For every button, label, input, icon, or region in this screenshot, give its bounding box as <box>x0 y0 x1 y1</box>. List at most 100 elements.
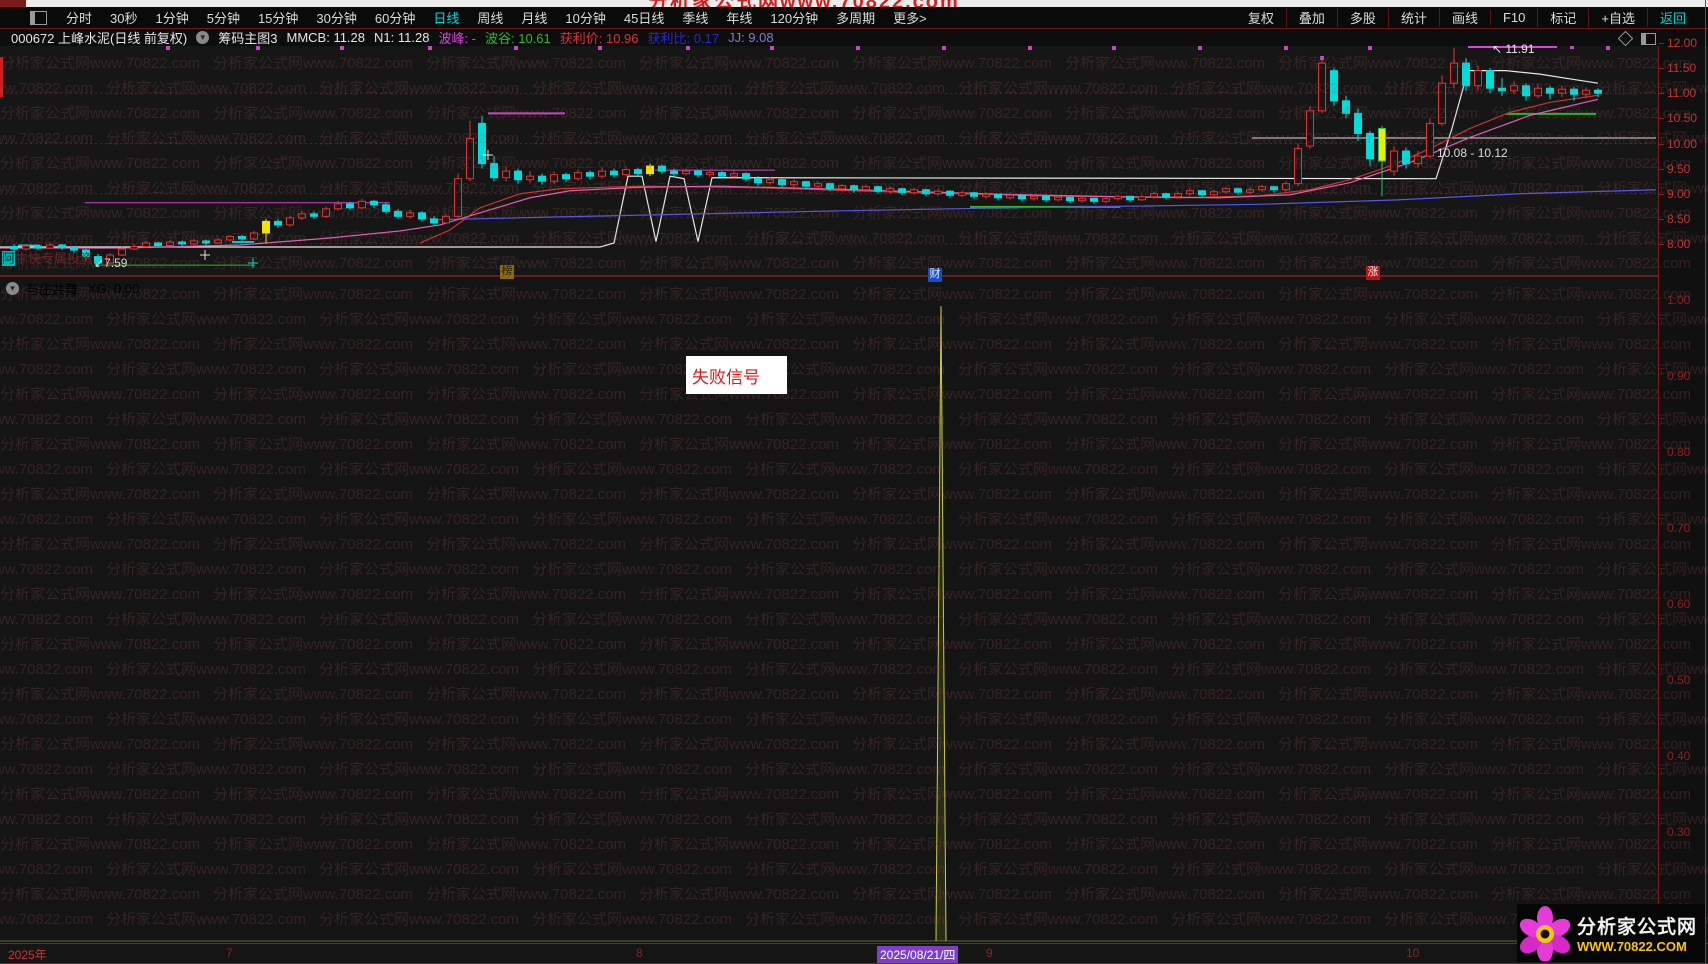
marker-dot <box>428 46 432 50</box>
candle-body <box>886 188 894 192</box>
window-right-border[interactable] <box>1705 0 1706 964</box>
right-menu-item-6[interactable]: 标记 <box>1537 8 1588 27</box>
menu-item-11[interactable]: 45日线 <box>615 8 673 27</box>
right-menu-item-1[interactable]: 叠加 <box>1285 8 1337 27</box>
candle-body <box>1198 190 1206 196</box>
menu-item-0[interactable]: 分时 <box>57 8 101 27</box>
event-badge-2[interactable]: 涨 <box>1366 266 1380 280</box>
timeline-label-1[interactable]: 7 <box>226 946 233 960</box>
right-menu-item-7[interactable]: +自选 <box>1588 8 1647 27</box>
indicator-panel[interactable] <box>0 277 1708 943</box>
candle-body <box>154 242 162 247</box>
menu-item-12[interactable]: 季线 <box>673 8 717 27</box>
candle-body <box>1114 195 1122 200</box>
candle-body <box>1246 189 1254 193</box>
menu-item-10[interactable]: 10分钟 <box>556 8 614 27</box>
event-badge-1[interactable]: 财 <box>928 268 942 282</box>
candle-body <box>1126 195 1134 201</box>
right-menu-item-8[interactable]: 返回 <box>1646 8 1698 27</box>
candle-body <box>646 165 654 175</box>
candlestick-panel[interactable] <box>0 46 1708 277</box>
candle-body <box>1522 85 1530 97</box>
candle-body <box>1510 85 1518 92</box>
timeline-label-5[interactable]: 10 <box>1406 946 1419 960</box>
candle-body <box>1390 150 1398 172</box>
axis-tick <box>1659 168 1664 170</box>
candle-body <box>274 220 282 226</box>
axis-tick <box>1659 244 1664 245</box>
price-axis-label: 11.00 <box>1667 86 1697 101</box>
candle-body <box>1258 186 1266 191</box>
info-token-5: 波谷: 10.61 <box>485 31 551 46</box>
menu-item-15[interactable]: 多周期 <box>827 8 884 27</box>
right-menu-item-2[interactable]: 多股 <box>1336 8 1388 27</box>
menu-item-16[interactable]: 更多> <box>884 8 936 27</box>
candle-body <box>778 179 786 186</box>
candle-body <box>1486 70 1494 89</box>
candle-body <box>1078 197 1086 202</box>
candle-body <box>1366 132 1374 160</box>
menu-item-6[interactable]: 60分钟 <box>366 8 424 27</box>
axis-tick <box>1659 68 1664 70</box>
info-token-0: 000672 上峰水泥(日线 前复权) <box>11 31 188 46</box>
diamond-icon[interactable] <box>1617 30 1634 47</box>
candle-body <box>538 175 546 182</box>
split-window-icon[interactable] <box>1641 33 1656 45</box>
stock-info-bar: 000672 上峰水泥(日线 前复权) ▾ 筹码主图3 MMCB: 11.28 N1: … <box>0 29 1708 47</box>
price-axis-label: 10.50 <box>1667 111 1698 126</box>
menu-item-4[interactable]: 15分钟 <box>249 8 307 27</box>
menu-item-5[interactable]: 30分钟 <box>307 8 365 27</box>
candle-body <box>1210 191 1218 196</box>
marker-dot <box>166 46 170 50</box>
axis-tick <box>1659 43 1664 44</box>
candle-body <box>682 170 690 175</box>
indicator-axis-label: 0.40 <box>1667 749 1691 763</box>
candle-body <box>406 212 414 217</box>
timeline-label-4[interactable]: 9 <box>986 946 993 960</box>
candle-body <box>718 172 726 177</box>
menu-item-13[interactable]: 年线 <box>717 8 761 27</box>
candle-body <box>346 203 354 209</box>
candle-body <box>1582 89 1590 95</box>
candle-body <box>1558 88 1566 94</box>
candle-body <box>610 170 618 176</box>
candle-body <box>1018 194 1026 200</box>
marker-dot <box>256 46 260 50</box>
info-token-2: MMCB: 11.28 <box>286 30 366 45</box>
right-menu-item-0[interactable]: 复权 <box>1236 8 1286 27</box>
marker-dot <box>942 46 946 50</box>
indicator-value: XG: 0.00 <box>88 280 140 296</box>
window-layout-icon[interactable] <box>30 10 47 25</box>
event-badge-0[interactable]: 榜 <box>500 265 514 279</box>
menu-item-1[interactable]: 30秒 <box>101 8 146 27</box>
candle-body <box>310 213 318 217</box>
top-banner: 分析家公式网www.70822.com <box>0 0 1708 7</box>
candle-body <box>298 213 306 219</box>
candle-body <box>118 248 126 256</box>
timeline-label-0[interactable]: 2025年 <box>8 946 47 963</box>
candle-body <box>1006 194 1014 199</box>
menu-item-3[interactable]: 5分钟 <box>198 8 249 27</box>
menu-item-2[interactable]: 1分钟 <box>146 8 197 27</box>
right-menu-item-4[interactable]: 画线 <box>1438 8 1490 27</box>
timeline-label-2[interactable]: 8 <box>636 946 643 960</box>
menu-item-8[interactable]: 周线 <box>468 8 512 27</box>
timeline-bar[interactable]: 2025年 7 8 2025/08/21/四 9 10 <box>0 943 1708 964</box>
menu-item-7[interactable]: 日线 <box>424 8 468 27</box>
marker-dot <box>598 46 602 50</box>
corner-note-rest: 牛快专属投资 <box>15 251 94 266</box>
menu-item-9[interactable]: 月线 <box>512 8 556 27</box>
candle-body <box>238 235 246 240</box>
right-menu-item-5[interactable]: F10 <box>1489 10 1537 25</box>
candle-body <box>802 181 810 187</box>
collapse-icon[interactable]: ▾ <box>6 281 19 295</box>
axis-tick <box>1659 93 1664 95</box>
menu-item-14[interactable]: 120分钟 <box>761 8 827 27</box>
chart-annotation-1: 10.08 - 10.12 <box>1437 146 1508 160</box>
timeline-label-3[interactable]: 2025/08/21/四 <box>877 946 959 963</box>
candle-body <box>1438 82 1446 124</box>
marker-dot <box>1112 46 1116 50</box>
right-menu-item-3[interactable]: 统计 <box>1387 8 1439 27</box>
chart-annotation-0: ↖ 11.91 <box>1492 42 1535 56</box>
indicator-menu-icon[interactable]: ▾ <box>196 31 210 44</box>
